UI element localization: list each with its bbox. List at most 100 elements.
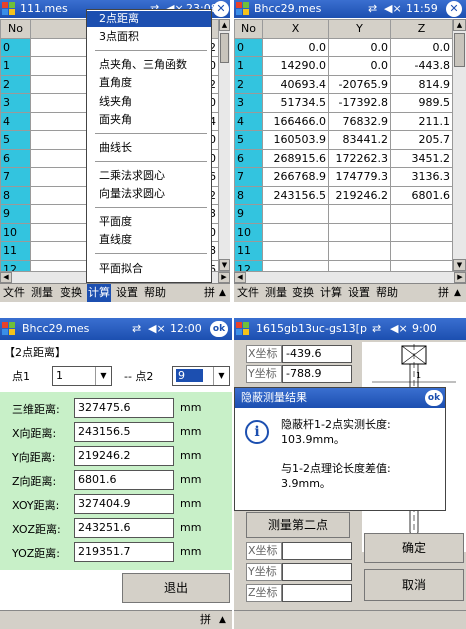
z2-coord-field[interactable] [282, 584, 352, 602]
cell-x[interactable]: 160503.9 [262, 130, 329, 150]
input-panel-arrow-icon[interactable]: ▲ [454, 284, 461, 302]
row-number[interactable]: 7 [234, 167, 263, 187]
table-row[interactable]: 6 268915.6 172262.3 3451.2 [234, 148, 453, 168]
cell-z[interactable]: 3451.2 [390, 148, 453, 168]
row-number[interactable]: 6 [0, 148, 31, 168]
row-number[interactable]: 2 [0, 74, 31, 94]
table-row[interactable]: 0 0.0 0.0 0.0 [234, 37, 453, 57]
cell-z[interactable]: 0.0 [390, 37, 453, 57]
point2-select[interactable]: 9 ▼ [172, 366, 230, 386]
menu-item-straightness[interactable]: 直线度 [87, 232, 211, 248]
scroll-left-arrow-icon[interactable]: ◀ [234, 272, 246, 283]
row-number[interactable]: 10 [0, 222, 31, 242]
data-grid[interactable]: No X Y Z 0 0.0 0.0 0.0 1 14290.0 0.0 -443.8 2 406… [234, 19, 453, 279]
scroll-right-arrow-icon[interactable]: ▶ [218, 272, 230, 283]
cell-z[interactable] [390, 204, 453, 224]
point1-select[interactable]: 1 ▼ [52, 366, 112, 386]
menu-item-point-angle[interactable]: 点夹角、三角函数 [87, 57, 211, 73]
vertical-scrollbar[interactable]: ▲ ▼ [218, 19, 230, 271]
x-coord-field[interactable]: -439.6 [282, 345, 352, 363]
menu-transform[interactable]: 变换 [292, 284, 314, 302]
cell-y[interactable]: 174779.3 [328, 167, 391, 187]
row-number[interactable]: 5 [0, 130, 31, 150]
table-row[interactable]: 2 40693.4 -20765.9 814.9 [234, 74, 453, 94]
cell-y[interactable]: -17392.8 [328, 93, 391, 113]
row-number[interactable]: 1 [0, 56, 31, 76]
exit-button[interactable]: 退出 [122, 573, 230, 603]
close-icon[interactable]: ✕ [213, 1, 229, 17]
cell-z[interactable]: -443.8 [390, 56, 453, 76]
cell-z[interactable]: 3136.3 [390, 167, 453, 187]
menu-measure[interactable]: 测量 [265, 284, 287, 302]
menu-transform[interactable]: 变换 [60, 284, 82, 302]
field-value[interactable]: 327404.9 [74, 494, 174, 514]
cell-x[interactable] [262, 222, 329, 242]
row-number[interactable]: 10 [234, 222, 263, 242]
input-panel-arrow-icon[interactable]: ▲ [219, 611, 226, 629]
row-number[interactable]: 11 [234, 241, 263, 261]
cell-x[interactable]: 266768.9 [262, 167, 329, 187]
menu-file[interactable]: 文件 [3, 284, 25, 302]
scroll-right-arrow-icon[interactable]: ▶ [454, 272, 466, 283]
column-header-no[interactable]: No [234, 19, 263, 39]
menu-item-line-angle[interactable]: 线夹角 [87, 94, 211, 110]
windows-logo-icon[interactable] [236, 322, 250, 336]
cell-z[interactable] [390, 222, 453, 242]
row-number[interactable]: 8 [0, 185, 31, 205]
row-number[interactable]: 5 [234, 130, 263, 150]
cell-y[interactable]: 0.0 [328, 37, 391, 57]
measure-second-point-button[interactable]: 测量第二点 [246, 512, 350, 538]
column-header-no[interactable]: No [0, 19, 31, 39]
confirm-button[interactable]: 确定 [364, 533, 464, 563]
cell-y[interactable]: -20765.9 [328, 74, 391, 94]
menu-item-plane-fit[interactable]: 平面拟合 [87, 261, 211, 277]
field-value[interactable]: 243156.5 [74, 422, 174, 442]
column-header-x[interactable]: X [262, 19, 329, 39]
close-icon[interactable]: ✕ [446, 1, 462, 17]
chevron-down-icon[interactable]: ▼ [213, 367, 229, 385]
row-number[interactable]: 0 [234, 37, 263, 57]
table-row[interactable]: 4 166466.0 76832.9 211.1 [234, 111, 453, 131]
cell-x[interactable]: 166466.0 [262, 111, 329, 131]
scroll-left-arrow-icon[interactable]: ◀ [0, 272, 12, 283]
cell-x[interactable] [262, 204, 329, 224]
cell-x[interactable]: 40693.4 [262, 74, 329, 94]
menu-measure[interactable]: 测量 [31, 284, 53, 302]
vertical-scrollbar[interactable]: ▲ ▼ [452, 19, 466, 271]
windows-logo-icon[interactable] [236, 2, 250, 16]
cell-x[interactable]: 51734.5 [262, 93, 329, 113]
menu-file[interactable]: 文件 [237, 284, 259, 302]
windows-logo-icon[interactable] [2, 2, 16, 16]
row-number[interactable]: 7 [0, 167, 31, 187]
menu-item-plane-angle[interactable]: 面夹角 [87, 112, 211, 128]
cancel-button[interactable]: 取消 [364, 569, 464, 601]
input-panel-arrow-icon[interactable]: ▲ [219, 284, 226, 302]
cell-z[interactable]: 6801.6 [390, 185, 453, 205]
scroll-down-arrow-icon[interactable]: ▼ [219, 259, 230, 271]
ok-button[interactable]: ok [210, 321, 228, 337]
table-row[interactable]: 3 51734.5 -17392.8 989.5 [234, 93, 453, 113]
windows-logo-icon[interactable] [2, 322, 16, 336]
row-number[interactable]: 2 [234, 74, 263, 94]
cell-x[interactable] [262, 241, 329, 261]
row-number[interactable]: 4 [234, 111, 263, 131]
column-header-y[interactable]: Y [328, 19, 391, 39]
table-row[interactable]: 9 [234, 204, 453, 224]
table-row[interactable]: 7 266768.9 174779.3 3136.3 [234, 167, 453, 187]
menu-item-flatness[interactable]: 平面度 [87, 214, 211, 230]
x2-coord-field[interactable] [282, 542, 352, 560]
cell-y[interactable] [328, 204, 391, 224]
cell-y[interactable]: 76832.9 [328, 111, 391, 131]
cell-z[interactable]: 211.1 [390, 111, 453, 131]
menu-item-curve-length[interactable]: 曲线长 [87, 140, 211, 156]
row-number[interactable]: 1 [234, 56, 263, 76]
horizontal-scrollbar[interactable]: ◀ ▶ [234, 271, 466, 283]
row-number[interactable]: 0 [0, 37, 31, 57]
cell-z[interactable]: 989.5 [390, 93, 453, 113]
cell-z[interactable]: 814.9 [390, 74, 453, 94]
scroll-thumb[interactable] [220, 33, 229, 63]
menu-settings[interactable]: 设置 [116, 284, 138, 302]
field-value[interactable]: 327475.6 [74, 398, 174, 418]
field-value[interactable]: 219246.2 [74, 446, 174, 466]
row-number[interactable]: 8 [234, 185, 263, 205]
